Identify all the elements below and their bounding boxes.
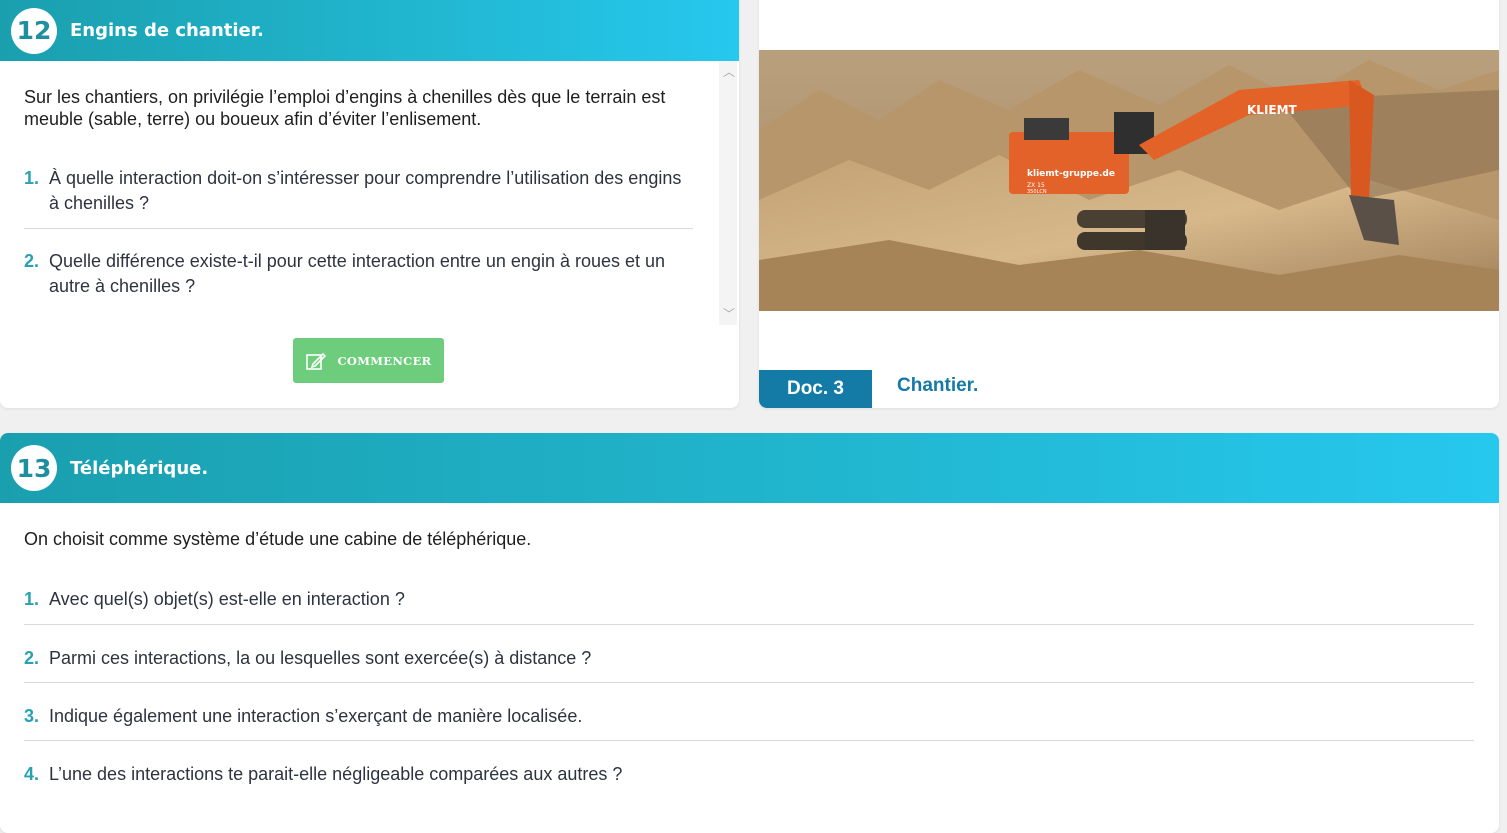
document-tag: Doc. 3 (759, 370, 872, 408)
question-divider (24, 624, 1474, 625)
scroll-down-arrow[interactable]: ﹀ (723, 305, 735, 322)
edit-icon (306, 352, 327, 370)
scrollbar[interactable]: ︿ ﹀ (719, 61, 737, 325)
activity-header: 12 Engins de chantier. (0, 0, 739, 61)
excavator-photo: KLIEMT kliemt-gruppe.de ZX 15 350LCN (759, 50, 1499, 311)
activity-title: Engins de chantier. (70, 20, 264, 41)
question-divider (24, 228, 693, 229)
question-text: À quelle interaction doit-on s’intéresse… (49, 168, 682, 213)
question-number: 1. (24, 589, 40, 609)
document-title: Chantier. (897, 375, 979, 396)
question-item: 1. À quelle interaction doit-on s’intére… (24, 166, 694, 216)
activity-intro: On choisit comme système d’étude une cab… (24, 529, 532, 549)
activity-card-12: 12 Engins de chantier. Sur les chantiers… (0, 0, 739, 408)
question-number: 1. (24, 168, 40, 188)
activity-number-badge: 13 (11, 445, 57, 491)
activity-card-13: 13 Téléphérique. On choisit comme systèm… (0, 433, 1499, 833)
start-button-label: COMMENCER (337, 353, 432, 368)
excavator-site: kliemt-gruppe.de (1027, 169, 1115, 179)
question-text: Indique également une interaction s’exer… (49, 706, 583, 726)
excavator-model: ZX 15 (1027, 182, 1045, 189)
question-text: Avec quel(s) objet(s) est-elle en intera… (49, 589, 405, 609)
question-item: 1. Avec quel(s) objet(s) est-elle en int… (24, 587, 1464, 612)
question-number: 3. (24, 706, 40, 726)
question-number: 2. (24, 251, 40, 271)
question-item: 2. Parmi ces interactions, la ou lesquel… (24, 646, 1464, 671)
question-text: Quelle différence existe-t-il pour cette… (49, 251, 666, 296)
scroll-up-arrow[interactable]: ︿ (723, 63, 735, 80)
question-number: 4. (24, 764, 40, 784)
question-item: 3. Indique également une interaction s’e… (24, 704, 1464, 729)
document-card: KLIEMT kliemt-gruppe.de ZX 15 350LCN Doc… (759, 0, 1499, 408)
question-number: 2. (24, 648, 40, 668)
question-item: 4. L’une des interactions te parait-elle… (24, 762, 1464, 787)
activity-title: Téléphérique. (70, 457, 209, 479)
question-item: 2. Quelle différence existe-t-il pour ce… (24, 249, 694, 299)
activity-intro: Sur les chantiers, on privilégie l’emplo… (24, 87, 666, 129)
question-divider (24, 682, 1474, 683)
activity-header: 13 Téléphérique. (0, 433, 1499, 503)
activity-number-badge: 12 (11, 7, 57, 54)
question-divider (24, 740, 1474, 741)
excavator-brand: KLIEMT (1247, 103, 1298, 117)
excavator-model-sub: 350LCN (1027, 189, 1047, 195)
start-button[interactable]: COMMENCER (293, 338, 444, 383)
question-text: Parmi ces interactions, la ou lesquelles… (49, 648, 592, 668)
question-text: L’une des interactions te parait-elle né… (49, 764, 623, 784)
